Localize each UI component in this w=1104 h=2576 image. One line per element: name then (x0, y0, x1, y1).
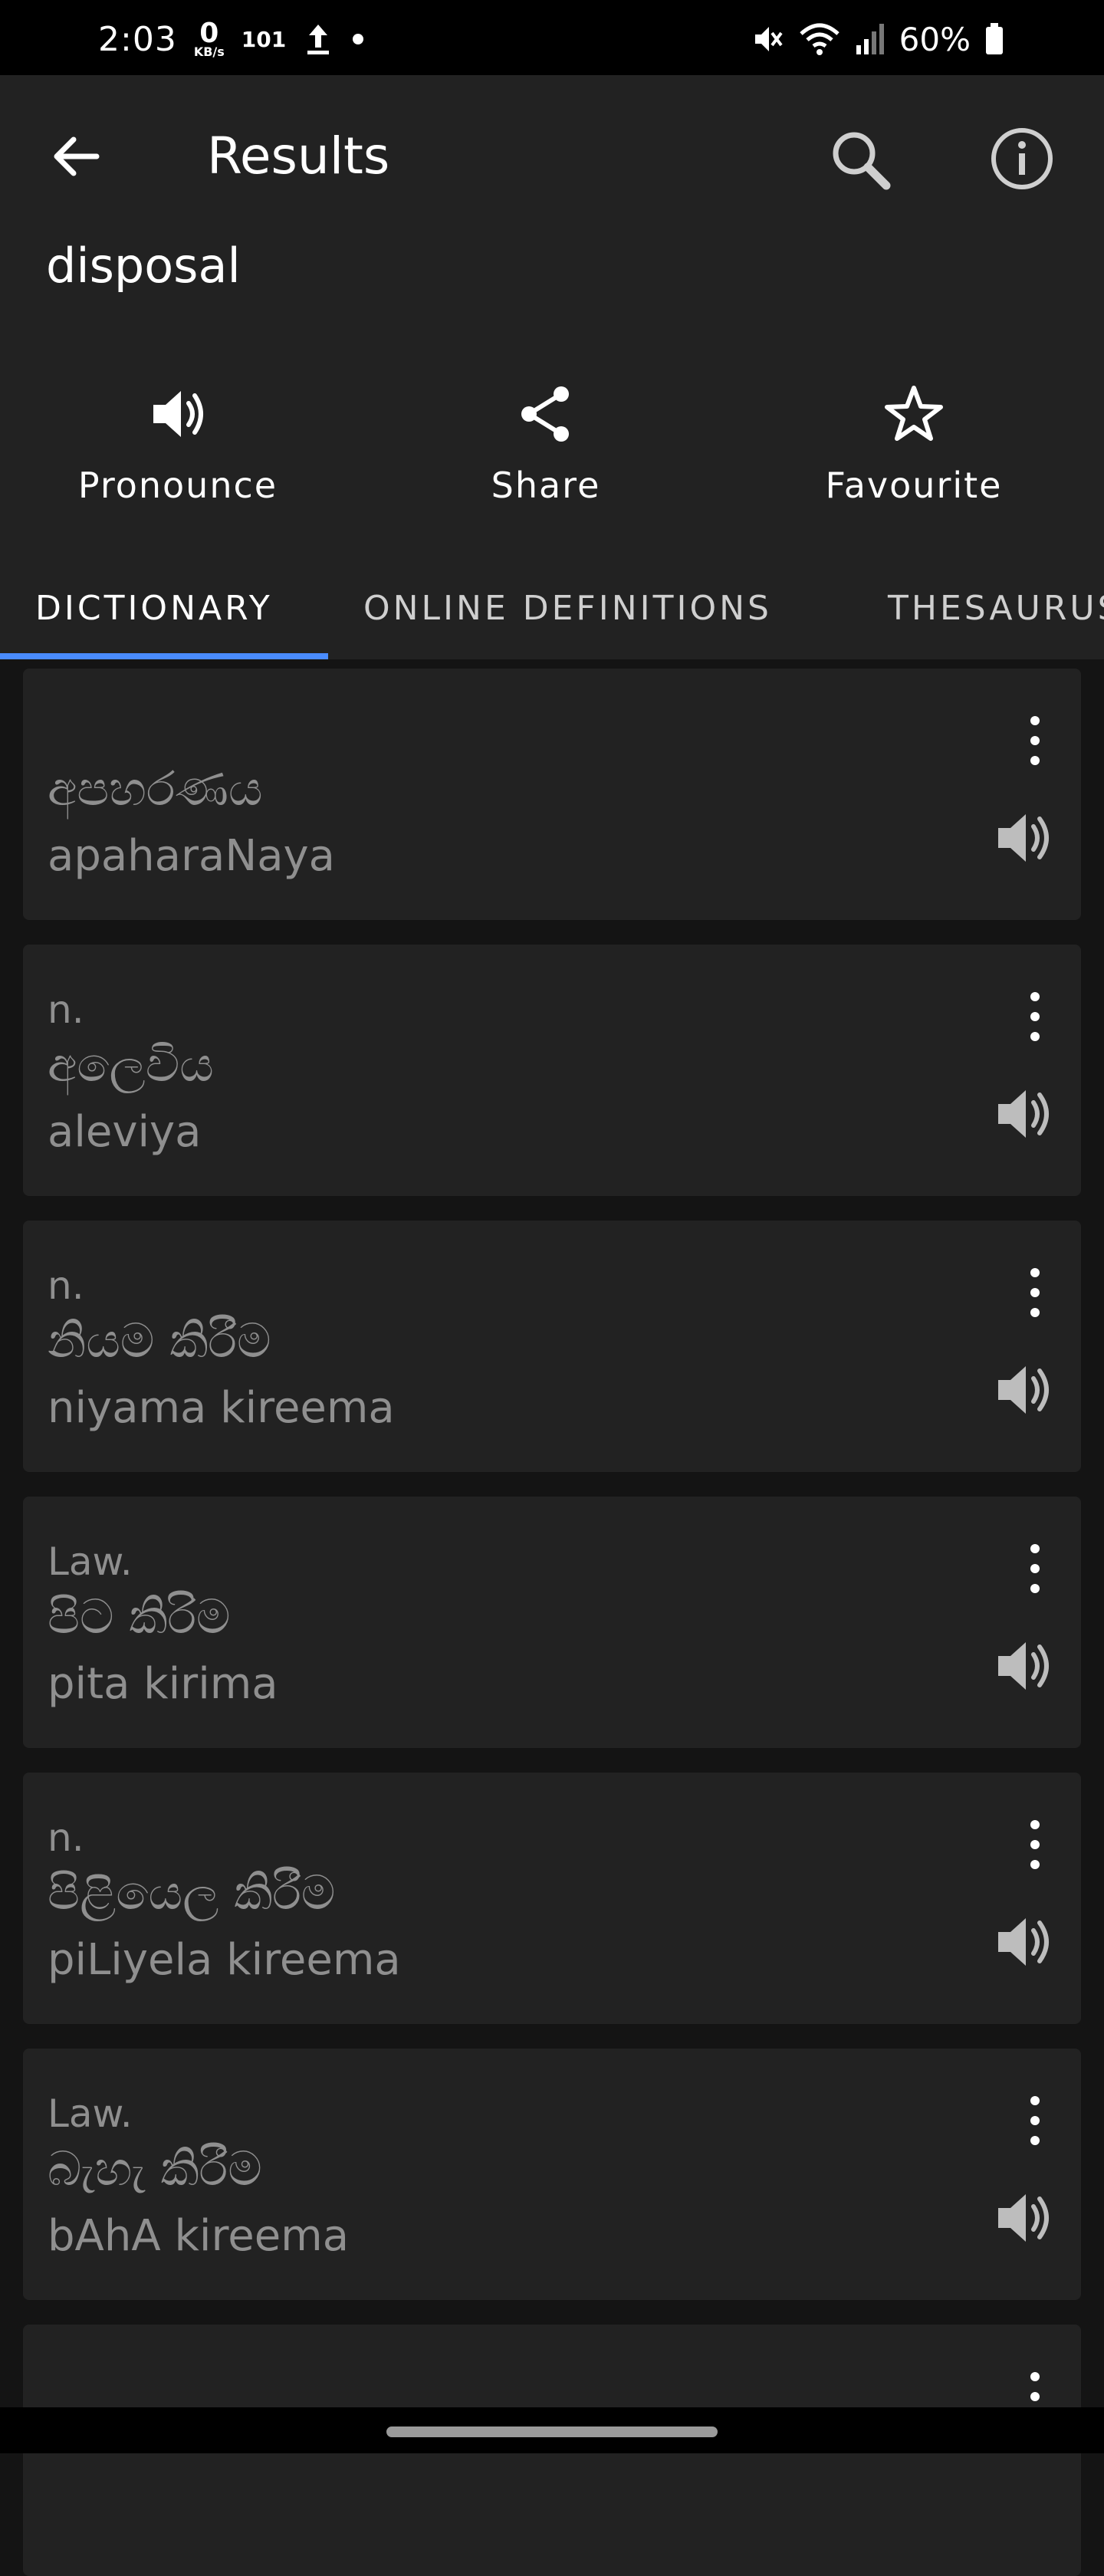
back-arrow-icon[interactable] (46, 126, 107, 187)
status-right: 60% (751, 20, 1004, 58)
battery-icon (986, 23, 1003, 54)
more-vertical-icon[interactable] (1021, 713, 1049, 768)
speaker-icon[interactable] (991, 1355, 1060, 1424)
more-vertical-icon[interactable] (1021, 989, 1049, 1044)
gesture-handle[interactable] (386, 2426, 718, 2437)
speaker-icon (153, 391, 203, 437)
status-left: 2:03 0 KB/s 101 (98, 19, 366, 59)
speaker-icon[interactable] (991, 1079, 1060, 1148)
tab-bar: DICTIONARY ONLINE DEFINITIONS THESAURUS (0, 555, 1104, 659)
share-button[interactable]: Share (385, 382, 707, 520)
pronounce-label: Pronounce (77, 465, 278, 506)
more-vertical-icon[interactable] (1021, 1817, 1049, 1872)
speaker-icon[interactable] (991, 1631, 1060, 1700)
sinhala-word: අලෙවිය (48, 1037, 214, 1092)
app-bar: Results disposal Pronounce Share Favouri… (0, 75, 1104, 659)
result-card[interactable]: n. පිළියෙල කිරීම piLiyela kireema (23, 1773, 1081, 2024)
speaker-icon[interactable] (991, 803, 1060, 872)
status-bar: 2:03 0 KB/s 101 60% (0, 0, 1104, 75)
wifi-icon (799, 23, 840, 55)
transliteration: niyama kireema (48, 1383, 395, 1433)
result-card[interactable]: Law. පිට කිරිම pita kirima (23, 1497, 1081, 1748)
search-query: disposal (46, 238, 241, 294)
network-speed-value: 0 (199, 18, 219, 49)
status-indicator-text: 101 (241, 26, 287, 52)
more-vertical-icon[interactable] (1021, 1541, 1049, 1596)
transliteration: bAhA kireema (48, 2211, 350, 2261)
sinhala-word: පිළියෙල කිරීම (48, 1865, 336, 1921)
transliteration: piLiyela kireema (48, 1935, 401, 1985)
speaker-icon[interactable] (991, 1907, 1060, 1976)
upload-arrow-icon (307, 25, 330, 54)
search-icon[interactable] (823, 123, 897, 196)
tab-indicator (0, 653, 328, 659)
more-vertical-icon[interactable] (1021, 1265, 1049, 1320)
share-icon (521, 386, 569, 442)
part-of-speech: n. (48, 1815, 84, 1860)
result-card[interactable]: Law. බැහැ කිරීම bAhA kireema (23, 2049, 1081, 2300)
network-speed: 0 KB/s (194, 20, 225, 58)
star-icon (885, 386, 943, 441)
sinhala-word: නියම කිරීම (48, 1313, 271, 1368)
speaker-icon[interactable] (991, 2183, 1060, 2252)
pronounce-button[interactable]: Pronounce (17, 382, 339, 520)
part-of-speech: n. (48, 987, 84, 1032)
sinhala-word: අපහරණය (48, 761, 263, 816)
sinhala-word: පිට කිරිම (48, 1589, 231, 1644)
signal-icon (856, 24, 884, 54)
part-of-speech: Law. (48, 2091, 133, 2136)
network-speed-unit: KB/s (193, 44, 225, 59)
transliteration: pita kirima (48, 1659, 278, 1709)
result-card[interactable]: n. නියම කිරීම niyama kireema (23, 1221, 1081, 1472)
tab-online-definitions[interactable]: ONLINE DEFINITIONS (363, 589, 772, 628)
result-card[interactable]: n. අලෙවිය aleviya (23, 945, 1081, 1196)
status-time: 2:03 (98, 19, 177, 59)
tab-thesaurus[interactable]: THESAURUS (888, 589, 1104, 628)
transliteration: aleviya (48, 1107, 202, 1157)
page-title: Results (207, 127, 390, 186)
favourite-label: Favourite (825, 465, 1003, 506)
sinhala-word: බැහැ කිරීම (48, 2141, 262, 2196)
tab-dictionary[interactable]: DICTIONARY (35, 589, 273, 628)
share-label: Share (491, 465, 601, 506)
dot-icon (353, 34, 364, 44)
part-of-speech: Law. (48, 1539, 133, 1584)
transliteration: apaharaNaya (48, 831, 335, 881)
part-of-speech: n. (48, 1263, 84, 1308)
battery-percentage: 60% (899, 20, 971, 58)
favourite-button[interactable]: Favourite (753, 382, 1075, 520)
more-vertical-icon[interactable] (1021, 2093, 1049, 2148)
result-card[interactable]: අපහරණය apaharaNaya (23, 669, 1081, 920)
info-icon[interactable] (989, 126, 1055, 192)
mute-icon (754, 27, 783, 51)
